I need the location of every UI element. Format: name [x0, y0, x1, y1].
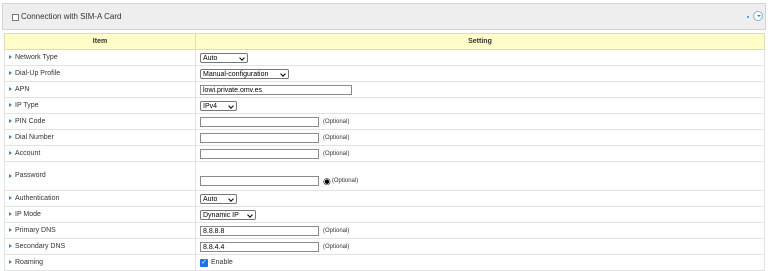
triangle-arrow-icon — [9, 196, 12, 201]
pin-code-input[interactable] — [200, 116, 319, 127]
row-label: IP Type — [15, 101, 39, 109]
table-header-row: Item Setting — [4, 33, 765, 50]
dot-icon — [747, 16, 749, 18]
panel-title: Connection with SIM-A Card — [21, 12, 122, 21]
triangle-arrow-icon — [9, 87, 12, 92]
triangle-arrow-icon — [9, 244, 12, 249]
dial-number-input[interactable] — [200, 132, 319, 143]
table-row-dialup-profile: Dial-Up Profile Manual-configuration — [4, 65, 765, 82]
row-label: Dial Number — [15, 133, 54, 141]
dialup-profile-select[interactable]: Manual-configuration — [200, 68, 289, 79]
account-input[interactable] — [200, 148, 319, 159]
apn-input[interactable]: lowi.private.omv.es — [200, 84, 352, 95]
password-input[interactable] — [200, 176, 319, 186]
secondary-dns-input[interactable]: 8.8.4.4 — [200, 241, 319, 252]
row-label: APN — [15, 85, 30, 93]
collapse-toggle-icon[interactable] — [753, 11, 763, 21]
table-row-network-type: Network Type Auto — [4, 49, 765, 66]
eye-icon[interactable]: ◉ — [323, 176, 331, 187]
optional-hint: (Optional) — [323, 118, 350, 125]
row-label: Roaming — [15, 258, 44, 266]
authentication-select[interactable]: Auto — [200, 193, 237, 204]
table-row-account: Account (Optional) — [4, 145, 765, 162]
triangle-arrow-icon — [9, 260, 12, 265]
row-label: Authentication — [15, 194, 60, 202]
table-row-ip-mode: IP Mode Dynamic IP — [4, 206, 765, 223]
triangle-arrow-icon — [9, 119, 12, 124]
settings-table: Item Setting Network Type Auto Dial-Up P… — [4, 33, 765, 271]
row-label: Primary DNS — [15, 226, 56, 234]
sim-a-connection-panel: Connection with SIM-A Card Item Setting … — [2, 3, 766, 271]
row-label: Network Type — [15, 53, 58, 61]
row-label: Secondary DNS — [15, 242, 66, 250]
row-label: Account — [15, 149, 41, 157]
optional-hint: (Optional) — [331, 178, 359, 184]
optional-hint: (Optional) — [323, 150, 350, 157]
triangle-arrow-icon — [9, 212, 12, 217]
chevron-down-icon — [247, 211, 253, 218]
chevron-down-icon — [228, 195, 234, 202]
table-row-primary-dns: Primary DNS 8.8.8.8 (Optional) — [4, 222, 765, 239]
ip-mode-select[interactable]: Dynamic IP — [200, 209, 256, 220]
primary-dns-input[interactable]: 8.8.8.8 — [200, 225, 319, 236]
triangle-arrow-icon — [9, 151, 12, 156]
table-row-password: Password ◉(Optional) — [4, 161, 765, 191]
row-label: PIN Code — [15, 117, 46, 125]
triangle-arrow-icon — [9, 135, 12, 140]
table-row-ip-type: IP Type IPv4 — [4, 97, 765, 114]
square-bullet-icon — [12, 14, 19, 21]
row-label: IP Mode — [15, 210, 41, 218]
table-row-secondary-dns: Secondary DNS 8.8.4.4 (Optional) — [4, 238, 765, 255]
triangle-arrow-icon — [9, 71, 12, 76]
table-row-authentication: Authentication Auto — [4, 190, 765, 207]
optional-hint: (Optional) — [323, 243, 350, 250]
network-type-select[interactable]: Auto — [200, 52, 248, 63]
row-label: Dial-Up Profile — [15, 69, 61, 77]
column-header-setting: Setting — [195, 33, 765, 50]
chevron-down-icon — [228, 102, 234, 109]
optional-hint: (Optional) — [323, 227, 350, 234]
table-row-apn: APN lowi.private.omv.es — [4, 81, 765, 98]
column-header-item: Item — [4, 33, 196, 50]
triangle-arrow-icon — [9, 173, 12, 178]
optional-hint: (Optional) — [323, 134, 350, 141]
panel-header: Connection with SIM-A Card — [2, 3, 766, 30]
chevron-down-icon — [280, 70, 286, 77]
triangle-arrow-icon — [9, 55, 12, 60]
chevron-down-icon — [239, 54, 245, 61]
triangle-arrow-icon — [9, 103, 12, 108]
table-row-dial-number: Dial Number (Optional) — [4, 129, 765, 146]
table-row-pin-code: PIN Code (Optional) — [4, 113, 765, 130]
triangle-arrow-icon — [9, 228, 12, 233]
row-label: Password — [15, 172, 46, 180]
ip-type-select[interactable]: IPv4 — [200, 100, 237, 111]
